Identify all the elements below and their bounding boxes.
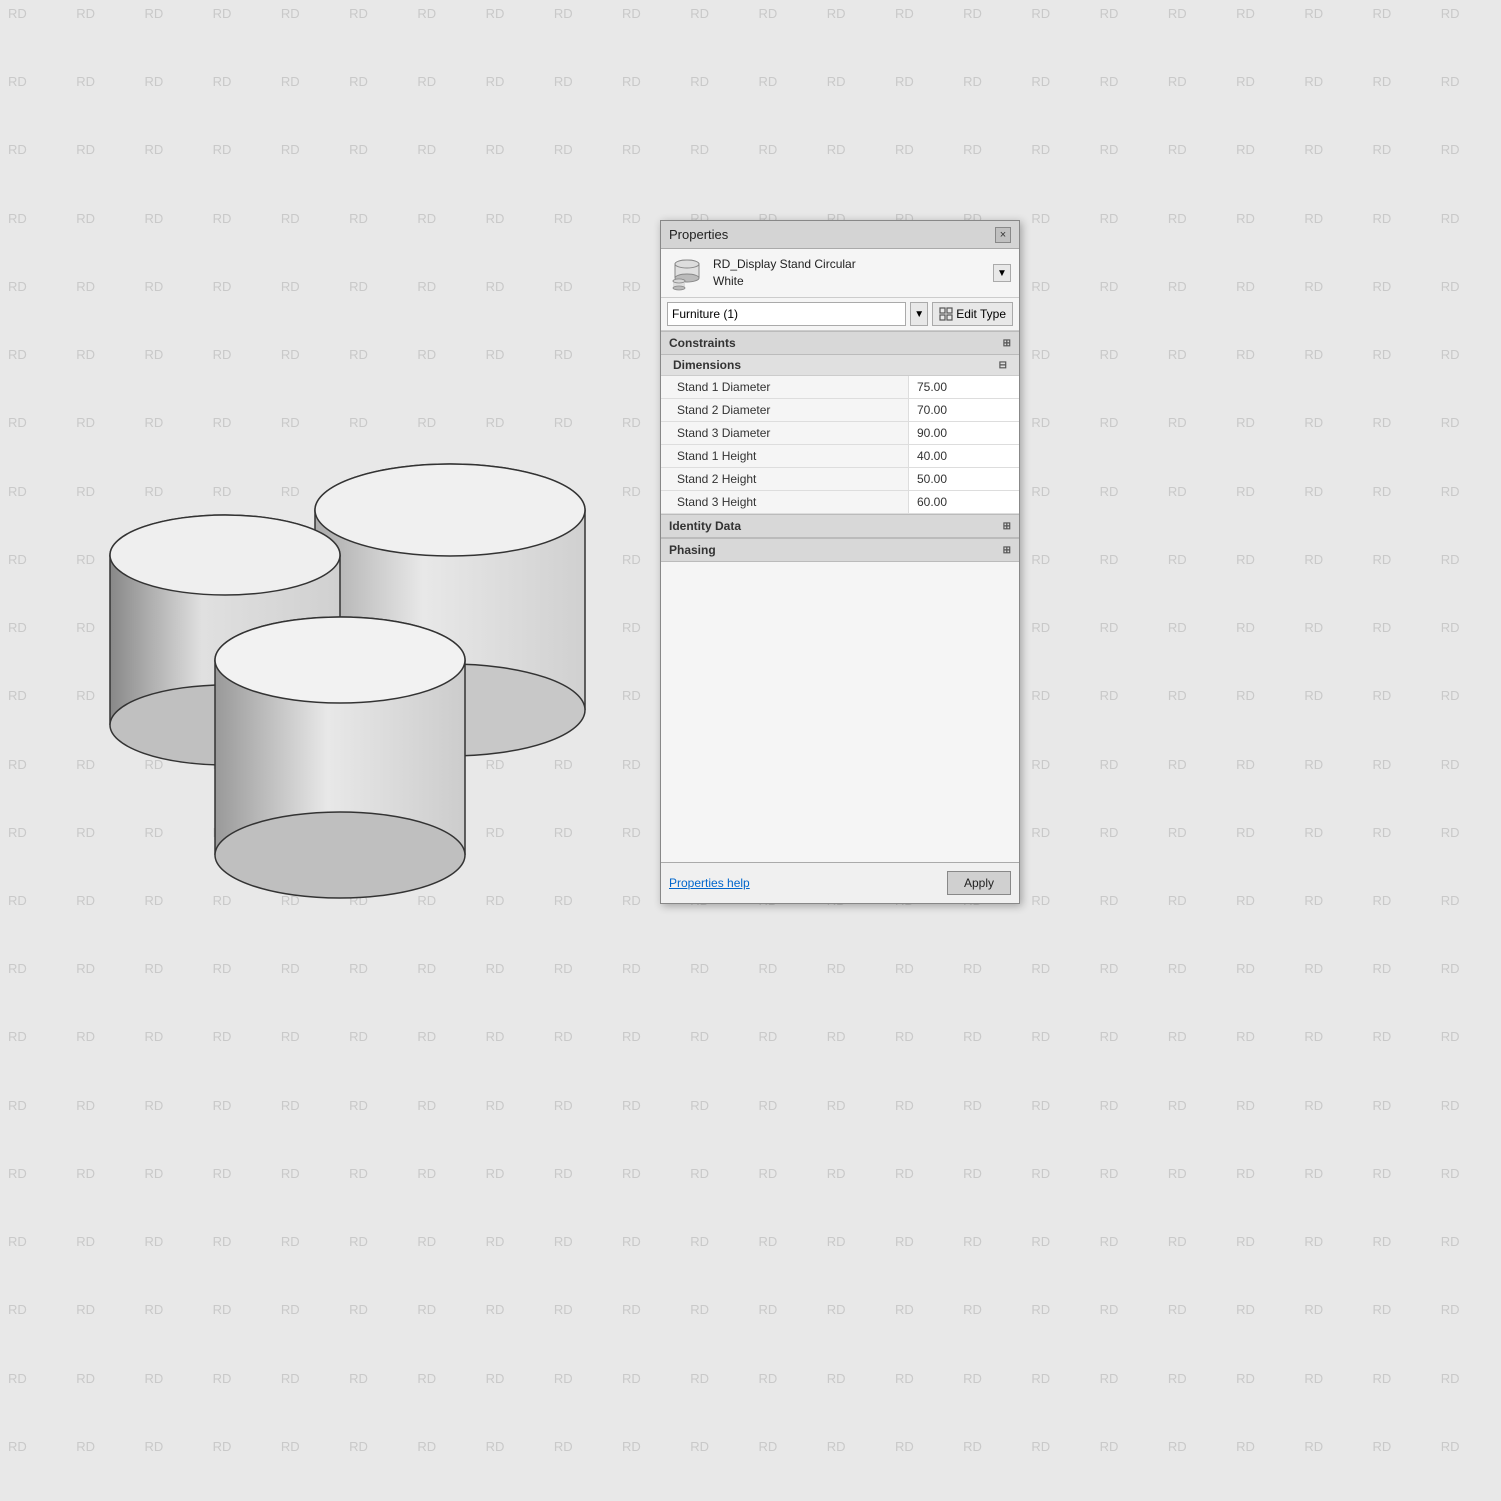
section-constraints[interactable]: Constraints ⊞ — [661, 331, 1019, 355]
property-label-stand3-height: Stand 3 Height — [661, 491, 909, 513]
property-label-stand1-height: Stand 1 Height — [661, 445, 909, 467]
subsection-dimensions[interactable]: Dimensions ⊟ — [661, 355, 1019, 376]
property-row-stand3-diameter: Stand 3 Diameter 90.00 — [661, 422, 1019, 445]
property-row-stand3-height: Stand 3 Height 60.00 — [661, 491, 1019, 514]
property-label-stand2-diameter: Stand 2 Diameter — [661, 399, 909, 421]
dimensions-collapse-icon: ⊟ — [999, 360, 1007, 371]
property-row-stand1-diameter: Stand 1 Diameter 75.00 — [661, 376, 1019, 399]
category-row: Furniture (1) ▼ Edit Type — [661, 298, 1019, 331]
properties-panel: Properties × RD_Display Stand Circular W… — [660, 220, 1020, 904]
section-identity-data[interactable]: Identity Data ⊞ — [661, 514, 1019, 538]
panel-title: Properties — [669, 227, 728, 242]
section-phasing[interactable]: Phasing ⊞ — [661, 538, 1019, 562]
object-header: RD_Display Stand Circular White ▼ — [661, 249, 1019, 298]
property-value-stand2-height[interactable]: 50.00 — [909, 468, 1019, 490]
category-select[interactable]: Furniture (1) — [667, 302, 906, 326]
property-value-stand2-diameter[interactable]: 70.00 — [909, 399, 1019, 421]
panel-footer: Properties help Apply — [661, 862, 1019, 903]
properties-body: Constraints ⊞ Dimensions ⊟ Stand 1 Diame… — [661, 331, 1019, 862]
property-row-stand1-height: Stand 1 Height 40.00 — [661, 445, 1019, 468]
property-row-stand2-diameter: Stand 2 Diameter 70.00 — [661, 399, 1019, 422]
apply-button[interactable]: Apply — [947, 871, 1011, 895]
edit-type-label: Edit Type — [956, 307, 1006, 321]
property-label-stand3-diameter: Stand 3 Diameter — [661, 422, 909, 444]
phasing-collapse-icon: ⊞ — [1003, 545, 1011, 556]
identity-data-collapse-icon: ⊞ — [1003, 521, 1011, 532]
property-label-stand1-diameter: Stand 1 Diameter — [661, 376, 909, 398]
panel-close-button[interactable]: × — [995, 227, 1011, 243]
category-dropdown-arrow[interactable]: ▼ — [910, 302, 928, 326]
object-icon — [669, 255, 705, 291]
property-value-stand1-height[interactable]: 40.00 — [909, 445, 1019, 467]
property-value-stand3-height[interactable]: 60.00 — [909, 491, 1019, 513]
property-row-stand2-height: Stand 2 Height 50.00 — [661, 468, 1019, 491]
property-value-stand3-diameter[interactable]: 90.00 — [909, 422, 1019, 444]
edit-type-button[interactable]: Edit Type — [932, 302, 1013, 326]
cylinder-illustration — [20, 200, 660, 900]
properties-help-link[interactable]: Properties help — [669, 876, 750, 890]
empty-space — [661, 562, 1019, 862]
object-dropdown-button[interactable]: ▼ — [993, 264, 1011, 282]
cylinder-stand2 — [215, 617, 465, 898]
property-label-stand2-height: Stand 2 Height — [661, 468, 909, 490]
edit-type-icon — [939, 307, 953, 321]
object-name: RD_Display Stand Circular White — [713, 256, 985, 290]
panel-titlebar: Properties × — [661, 221, 1019, 249]
constraints-collapse-icon: ⊞ — [1003, 338, 1011, 349]
property-value-stand1-diameter[interactable]: 75.00 — [909, 376, 1019, 398]
